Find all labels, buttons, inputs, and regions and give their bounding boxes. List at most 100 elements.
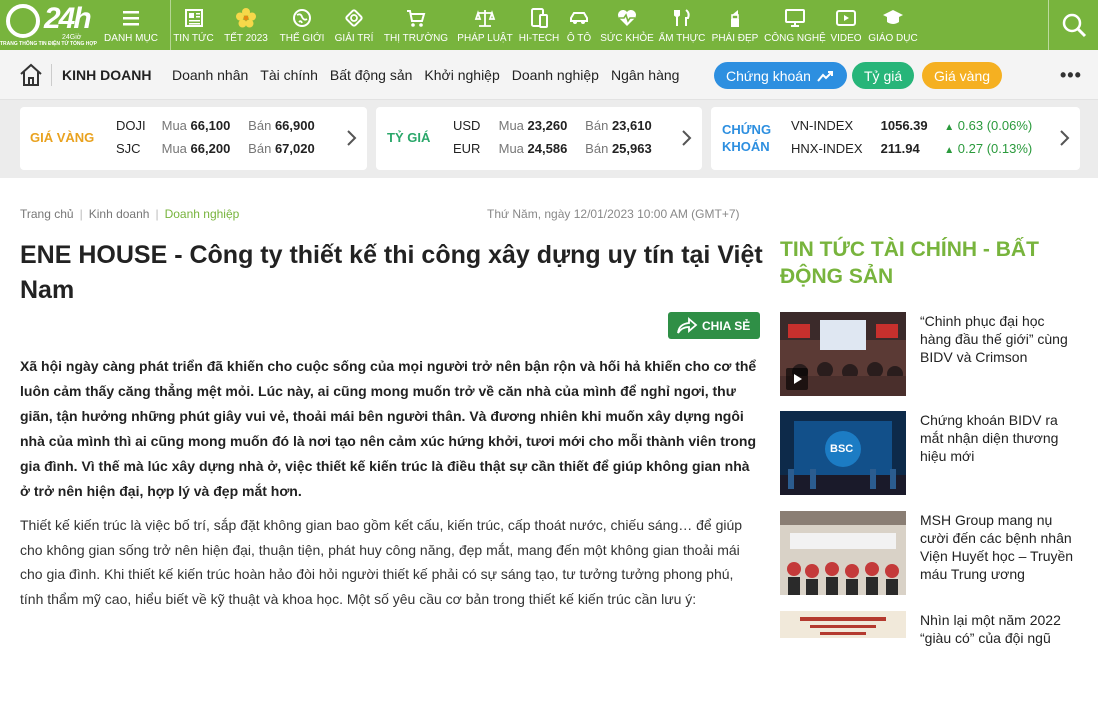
nav-giai-tri[interactable]: GIẢI TRÍ [328,0,380,50]
cart-icon [407,10,426,27]
buy-value: 66,200 [190,141,231,156]
news-thumbnail[interactable] [780,611,906,638]
nav-cong-nghe[interactable]: CÔNG NGHỆ [762,0,828,50]
thumbnail-logo-text: BSC [830,443,854,455]
stock-pill[interactable]: Chứng khoán [714,62,847,89]
nav-label: Ô TÔ [566,33,592,44]
logo-sub: 24Giờ [62,34,82,41]
chevron-right-icon[interactable] [1058,129,1070,147]
sell-value: 25,963 [611,141,652,156]
sublink-tai-chinh[interactable]: Tài chính [260,67,318,83]
gold-name: SJC [116,141,141,156]
news-title[interactable]: Chứng khoán BIDV ra mắt nhận diện thương… [920,411,1078,465]
section-links: Doanh nhân Tài chính Bất động sản Khởi n… [172,50,691,100]
currency-name: EUR [453,141,481,156]
sidebar-news-item[interactable]: MSH Group mang nụ cười đến các bệnh nhân… [780,511,1098,601]
nav-label: THẾ GIỚI [279,33,325,44]
up-arrow-icon: ▲ [944,145,955,156]
news-thumbnail[interactable] [780,511,906,595]
nav-tin-tuc[interactable]: TIN TỨC [171,0,216,50]
buy-label: Mua [498,118,524,133]
globe-icon [293,9,311,27]
news-thumbnail[interactable]: BSC [780,411,906,495]
nav-tet-2023[interactable]: TẾT 2023 [216,0,276,50]
buy-value: 24,586 [527,141,568,156]
section-title[interactable]: KINH DOANH [62,67,151,83]
search-icon [1062,13,1086,38]
nav-the-gioi[interactable]: THẾ GIỚI [276,0,328,50]
sidebar-news-item[interactable]: “Chinh phục đại học hàng đầu thế giới” c… [780,312,1098,402]
gold-price-card[interactable]: GIÁ VÀNG DOJI Mua 66,100 Bán 66,900 SJC … [20,107,367,170]
stock-label: CHỨNG KHOÁN [722,121,771,155]
sublink-ngan-hang[interactable]: Ngân hàng [611,67,680,83]
chevron-right-icon[interactable] [345,129,357,147]
apricot-flower-icon [236,8,256,28]
nav-label: VIDEO [830,33,862,44]
heartbeat-icon [618,10,636,26]
newspaper-icon [184,9,203,27]
news-thumbnail-image [780,611,906,638]
breadcrumb-current[interactable]: Doanh nghiệp [165,207,240,221]
index-change: 0.27 (0.13%) [957,141,1033,156]
nav-menu[interactable]: DANH MỤC [92,0,170,50]
news-thumbnail[interactable] [780,312,906,396]
rate-row-eur: EUR Mua 24,586 Bán 25,963 [453,141,652,156]
devices-icon [531,8,548,28]
nav-am-thuc[interactable]: ẨM THỰC [656,0,708,50]
nav-video[interactable]: VIDEO [828,0,864,50]
sublink-khoi-nghiep[interactable]: Khởi nghiệp [424,67,499,83]
graduation-cap-icon [883,10,903,24]
sidebar-news-item[interactable]: BSC Chứng khoán BIDV ra mắt nhận diện th… [780,411,1098,501]
chevron-right-icon[interactable] [680,129,692,147]
nav-phai-dep[interactable]: PHÁI ĐẸP [708,0,762,50]
exchange-rate-card[interactable]: TỶ GIÁ USD Mua 23,260 Bán 23,610 EUR Mua… [376,107,702,170]
search-button[interactable] [1048,0,1098,50]
sublink-doanh-nghiep[interactable]: Doanh nghiệp [512,67,599,83]
gold-name: DOJI [116,118,146,133]
gold-row-doji: DOJI Mua 66,100 Bán 66,900 [116,118,315,133]
gold-price-pill[interactable]: Giá vàng [922,62,1003,89]
logo-text: 24h [44,2,92,35]
news-title[interactable]: Nhìn lại một năm 2022 “giàu có” của đội … [920,611,1078,647]
more-icon[interactable]: ••• [1060,65,1082,86]
trend-up-icon [817,70,833,82]
home-icon[interactable] [18,63,44,87]
nav-suc-khoe[interactable]: SỨC KHỎE [598,0,656,50]
breadcrumb-home[interactable]: Trang chủ [20,207,74,221]
nav-label: CÔNG NGHỆ [764,33,826,44]
stock-index-card[interactable]: CHỨNG KHOÁN VN-INDEX 1056.39 ▲ 0.63 (0.0… [711,107,1080,170]
news-title[interactable]: MSH Group mang nụ cười đến các bệnh nhân… [920,511,1078,583]
play-icon[interactable] [786,368,808,390]
cutlery-icon [674,9,690,26]
index-name: HNX-INDEX [791,141,863,156]
nav-phap-luat[interactable]: PHÁP LUẬT [452,0,518,50]
sell-label: Bán [248,141,272,156]
logo-circle [6,4,40,38]
news-title[interactable]: “Chinh phục đại học hàng đầu thế giới” c… [920,312,1078,366]
buy-value: 66,100 [190,118,231,133]
exchange-rate-pill[interactable]: Tỷ giá [852,62,915,89]
nav-label: SỨC KHỎE [600,33,654,44]
market-ticker: GIÁ VÀNG DOJI Mua 66,100 Bán 66,900 SJC … [0,100,1098,178]
sidebar-news-item[interactable]: Nhìn lại một năm 2022 “giàu có” của đội … [780,611,1098,701]
index-value: 1056.39 [880,118,928,133]
article-datetime: Thứ Năm, ngày 12/01/2023 10:00 AM (GMT+7… [487,207,740,221]
site-logo[interactable]: 24h 24Giờ TRANG THÔNG TIN ĐIỆN TỬ TỔNG H… [0,0,97,50]
breadcrumb-section[interactable]: Kinh doanh [89,207,150,221]
nav-thi-truong[interactable]: THỊ TRƯỜNG [380,0,452,50]
sublink-doanh-nhan[interactable]: Doanh nhân [172,67,248,83]
video-icon [836,10,856,26]
film-ticket-icon [345,9,363,27]
top-nav: 24h 24Giờ TRANG THÔNG TIN ĐIỆN TỬ TỔNG H… [0,0,1098,50]
sublink-bat-dong-san[interactable]: Bất động sản [330,67,413,83]
share-button[interactable]: CHIA SẺ [668,312,760,339]
share-label: CHIA SẺ [702,318,751,333]
nav-giao-duc[interactable]: GIÁO DỤC [864,0,922,50]
sell-label: Bán [248,118,272,133]
nav-o-to[interactable]: Ô TÔ [560,0,598,50]
monitor-icon [785,9,805,27]
nav-hi-tech[interactable]: HI-TECH [518,0,560,50]
sell-value: 67,020 [274,141,315,156]
nav-label: GIÁO DỤC [868,33,918,44]
lipstick-icon [731,10,739,27]
